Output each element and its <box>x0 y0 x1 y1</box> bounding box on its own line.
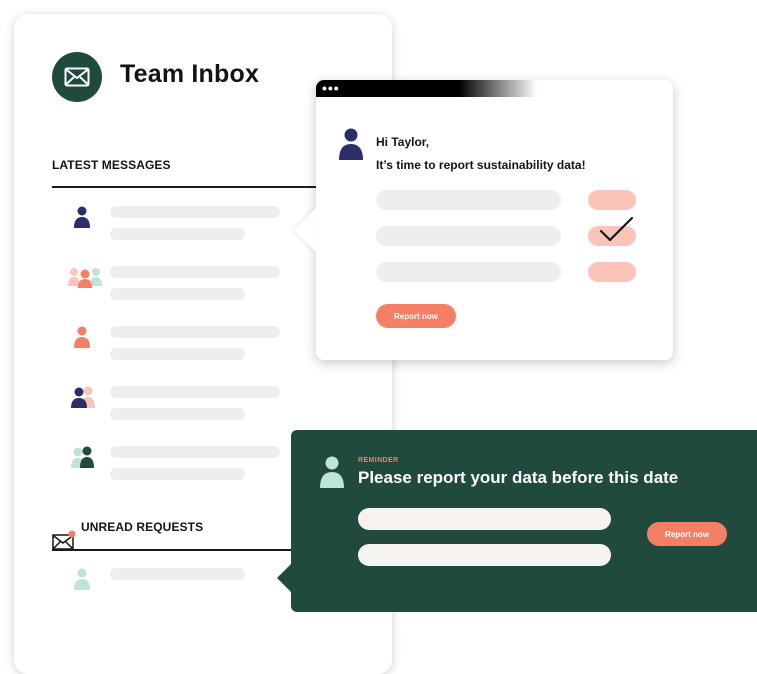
message-row[interactable] <box>68 446 308 490</box>
popup-pointer <box>294 208 316 252</box>
survey-field[interactable] <box>376 262 561 282</box>
unread-requests-heading: UNREAD REQUESTS <box>81 520 204 534</box>
window-dots-icon: ••• <box>322 80 340 96</box>
user-avatar-icon <box>320 456 344 488</box>
report-now-button[interactable]: Report now <box>376 304 456 328</box>
survey-field[interactable] <box>376 190 561 210</box>
message-preview-line <box>110 228 245 240</box>
message-preview-line <box>110 468 245 480</box>
message-row[interactable] <box>68 206 308 250</box>
message-row[interactable] <box>68 326 308 370</box>
survey-checkbox[interactable] <box>588 190 636 210</box>
message-preview-line <box>110 326 280 338</box>
survey-field[interactable] <box>376 226 561 246</box>
reminder-title: Please report your data before this date <box>358 468 679 487</box>
message-text: It’s time to report sustainability data! <box>376 158 586 172</box>
two-people-icon <box>71 386 95 408</box>
reminder-banner: REMINDER Please report your data before … <box>277 430 757 612</box>
single-person-icon <box>74 206 90 228</box>
message-preview-line <box>110 386 280 398</box>
reminder-report-now-button[interactable]: Report now <box>647 522 727 546</box>
envelope-icon <box>52 52 102 102</box>
single-person-icon <box>74 326 90 348</box>
divider <box>52 186 336 188</box>
group-people-icon <box>68 268 102 288</box>
user-avatar-icon <box>339 128 363 160</box>
message-row[interactable] <box>68 386 308 430</box>
reminder-field[interactable] <box>358 508 611 530</box>
message-preview-line <box>110 408 245 420</box>
latest-messages-heading: LATEST MESSAGES <box>52 158 171 172</box>
two-people-icon <box>71 446 94 468</box>
checkmark-icon <box>599 216 634 242</box>
survey-checkbox[interactable] <box>588 262 636 282</box>
reminder-field[interactable] <box>358 544 611 566</box>
unread-request-row[interactable] <box>68 568 308 612</box>
message-preview-line <box>110 206 280 218</box>
window-title-bar: ••• <box>316 80 673 97</box>
message-preview-line <box>110 568 245 580</box>
greeting-text: Hi Taylor, <box>376 135 430 149</box>
message-row[interactable] <box>68 266 308 310</box>
reminder-label: REMINDER <box>358 457 399 464</box>
page-title: Team Inbox <box>120 60 260 88</box>
message-preview-line <box>110 446 280 458</box>
message-preview-line <box>110 288 245 300</box>
envelope-notification-icon <box>52 530 76 550</box>
single-person-icon <box>74 568 90 590</box>
message-preview-line <box>110 266 280 278</box>
sustainability-survey-popup: ••• Hi Taylor, It’s time to report susta… <box>294 80 673 360</box>
message-preview-line <box>110 348 245 360</box>
banner-pointer <box>277 564 291 592</box>
